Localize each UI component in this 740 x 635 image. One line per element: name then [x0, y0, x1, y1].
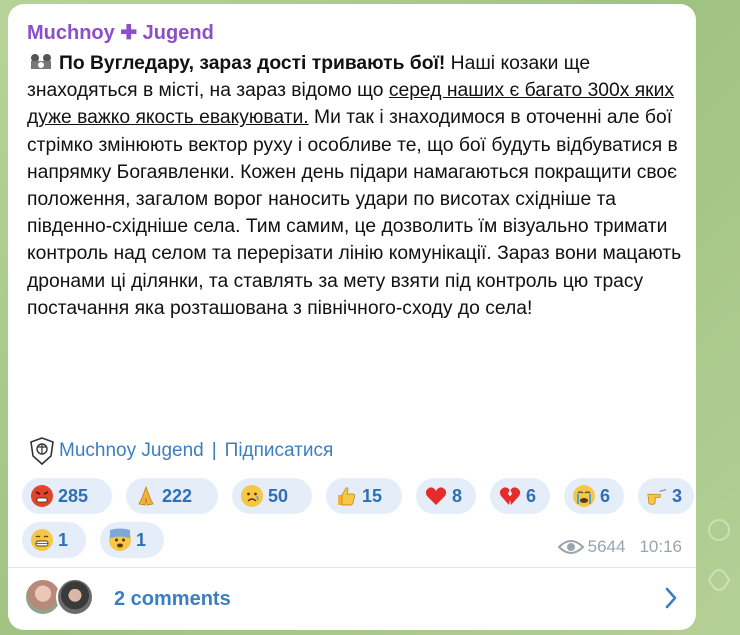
cross-icon: ✚ [120, 22, 138, 44]
angry-face-icon [31, 485, 53, 507]
pointing-hand-icon [647, 489, 667, 505]
message-text: По Вугледару, зараз дості тривають бої! … [27, 53, 682, 319]
message-headline: По Вугледару, зараз дості тривають бої! [59, 53, 446, 74]
footer-separator: | [211, 440, 217, 461]
message-time: 10:16 [639, 537, 682, 556]
reaction-grinning[interactable]: 1 [22, 522, 86, 558]
reaction-heart[interactable]: 8 [416, 478, 476, 514]
background-doodle-icon [708, 519, 731, 591]
channel-link[interactable]: Muchnoy Jugend [59, 440, 204, 462]
eye-icon [557, 540, 584, 554]
reaction-pointing[interactable]: 3 [638, 478, 694, 514]
shield-logo-icon [30, 437, 54, 466]
reaction-angry[interactable]: 285 [22, 478, 112, 514]
subscribe-link[interactable]: Підписатися [225, 440, 334, 462]
reaction-pray[interactable]: 222 [126, 478, 218, 514]
reaction-fearful[interactable]: 1 [100, 522, 164, 558]
sender-name[interactable]: Muchnoy ✚ Jugend [27, 20, 214, 45]
avatar [56, 578, 94, 616]
message-meta: 5644 10:16 [557, 537, 682, 557]
grinning-face-icon [31, 529, 53, 551]
comments-button[interactable]: 2 comments [8, 568, 696, 630]
fearful-face-icon [109, 528, 131, 551]
chevron-right-icon [665, 587, 677, 609]
emblem-icon [31, 54, 51, 69]
reaction-thumbs-up[interactable]: 15 [326, 478, 402, 514]
comments-label: 2 comments [114, 588, 231, 610]
red-heart-icon [425, 487, 447, 505]
reaction-sad[interactable]: 50 [232, 478, 312, 514]
crying-face-icon [573, 485, 595, 507]
channel-signature: Muchnoy Jugend | Підписатися [29, 436, 333, 466]
reaction-broken-heart[interactable]: 6 [490, 478, 550, 514]
view-count: 5644 [587, 537, 626, 556]
message-bubble: Muchnoy ✚ Jugend По Вугледару, зараз дос… [8, 4, 696, 630]
thumbs-up-icon [338, 487, 355, 506]
praying-hands-icon [138, 485, 154, 506]
reaction-crying[interactable]: 6 [564, 478, 624, 514]
sad-face-icon [241, 485, 263, 507]
broken-heart-icon [499, 487, 521, 505]
